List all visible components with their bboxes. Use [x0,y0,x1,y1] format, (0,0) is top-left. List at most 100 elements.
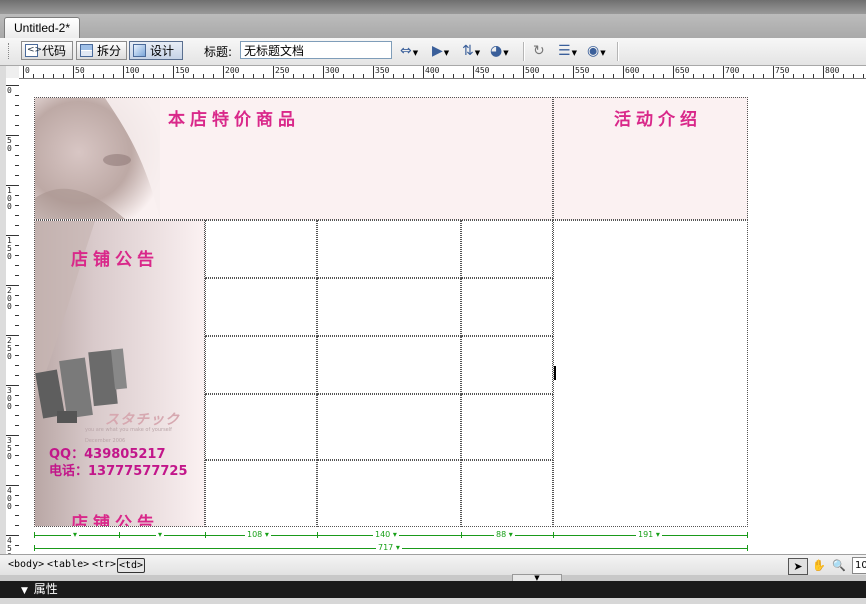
file-management-icon[interactable]: ⇔▼ [400,42,422,60]
product-cell[interactable] [317,336,461,394]
guide-cap [317,532,318,538]
column-width-label[interactable]: 108 ▾ [245,530,271,539]
table-width-label[interactable]: 717 ▾ [376,543,402,552]
ruler-tick [473,66,474,78]
header-left-cell[interactable]: 本店特价商品 [34,97,553,220]
ruler-tick [763,74,764,78]
text-cursor [554,366,556,380]
guide-cap [747,545,748,551]
hand-tool-icon[interactable]: ✋ [810,558,828,573]
product-cell[interactable] [461,336,553,394]
properties-label: 属性 [33,582,58,596]
ruler-tick [393,74,394,78]
tag-selector-tr[interactable]: <tr> [92,558,116,571]
ruler-tick [93,74,94,78]
ruler-tick [223,66,224,78]
split-view-label: 拆分 [97,44,122,58]
ruler-label: 0 [7,86,12,95]
ruler-label: 100 [7,186,12,211]
ruler-label: 650 [675,66,690,75]
refresh-icon[interactable]: ↻ [533,42,555,60]
design-canvas[interactable]: 本店特价商品 活动介绍 店铺公告 スタチック you are what you … [19,79,866,554]
preview-browser-icon[interactable]: ▶▼ [432,42,454,60]
ruler-label: 200 [225,66,240,75]
tag-selector-td[interactable]: <td> [117,558,146,573]
ruler-tick [113,74,114,78]
ruler-tick [553,74,554,78]
ruler-tick [813,74,814,78]
ruler-label: 700 [725,66,740,75]
ruler-tick [423,66,424,78]
ruler-label: 250 [275,66,290,75]
guide-cap [205,532,206,538]
product-cell[interactable] [461,394,553,460]
column-width-label[interactable]: 140 ▾ [373,530,399,539]
ruler-tick [663,74,664,78]
ruler-tick [373,66,374,78]
browser-check-icon[interactable]: ◕▼ [490,42,512,60]
product-cell[interactable] [205,220,317,278]
product-cell[interactable] [205,394,317,460]
ruler-tick [673,66,674,78]
ruler-tick [63,74,64,78]
design-view-button[interactable]: 设计 [129,41,183,60]
product-cell[interactable] [317,220,461,278]
document-title-input[interactable]: 无标题文档 [240,41,392,59]
column-width-label[interactable]: 191 ▾ [636,530,662,539]
toolbar-grip[interactable] [8,43,11,59]
column-width-dropdown[interactable]: ▾ [156,530,165,539]
product-cell[interactable] [205,336,317,394]
header-right-cell[interactable]: 活动介绍 [553,97,748,220]
document-tab-bar [0,14,866,38]
ruler-tick [603,74,604,78]
ruler-label: 200 [7,286,12,311]
column-width-dropdown[interactable]: ▾ [71,530,80,539]
horizontal-ruler[interactable]: 0 50 100 150 200 250 300 350 400 450 500 550 600 650 7… [19,66,866,79]
split-view-icon [80,44,93,57]
ruler-tick [73,66,74,78]
split-view-button[interactable]: 拆分 [76,41,127,60]
column-width-value: 108 [247,530,263,539]
ruler-tick [843,74,844,78]
product-cell[interactable] [317,394,461,460]
zoom-tool-icon[interactable]: 🔍 [830,558,848,573]
ruler-tick [453,74,454,78]
ruler-tick [103,74,104,78]
document-tab[interactable]: Untitled-2* [4,17,81,38]
product-cell[interactable] [461,460,553,527]
visual-aids-icon[interactable]: ◉▼ [587,42,609,60]
product-cell[interactable] [205,460,317,527]
toolbar-separator [617,42,619,61]
tag-selector-table[interactable]: <table> [47,558,89,571]
ruler-tick [303,74,304,78]
ruler-tick [413,74,414,78]
product-cell[interactable] [205,278,317,336]
ruler-tick [713,74,714,78]
ruler-tick [743,74,744,78]
sidebar-cell[interactable]: 店铺公告 スタチック you are what you make of your… [34,220,205,527]
guide-cap [553,532,554,538]
ruler-label: 350 [375,66,390,75]
ruler-tick [703,74,704,78]
vertical-ruler[interactable]: 0 50 100 150 200 250 300 350 400 450 [6,78,20,554]
column-width-label[interactable]: 88 ▾ [494,530,515,539]
code-view-button[interactable]: 代码 [21,41,73,60]
ruler-tick [493,74,494,78]
tag-selector-body[interactable]: <body> [8,558,44,571]
ruler-label: 150 [175,66,190,75]
product-cell[interactable] [317,460,461,527]
ruler-tick [323,66,324,78]
zoom-level-field[interactable]: 10 [852,557,866,574]
ruler-tick [773,66,774,78]
properties-panel-header[interactable]: ▼ 属性 [0,581,866,598]
right-column-cell[interactable] [553,220,748,527]
product-cell[interactable] [461,278,553,336]
ruler-label: 300 [325,66,340,75]
select-tool-icon[interactable]: ➤ [788,558,808,575]
product-cell[interactable] [317,278,461,336]
product-cell[interactable] [461,220,553,278]
refresh-design-icon[interactable]: ⇅▼ [462,42,484,60]
view-options-icon[interactable]: ☰▼ [558,42,580,60]
ruler-tick [313,74,314,78]
ruler-tick [343,74,344,78]
